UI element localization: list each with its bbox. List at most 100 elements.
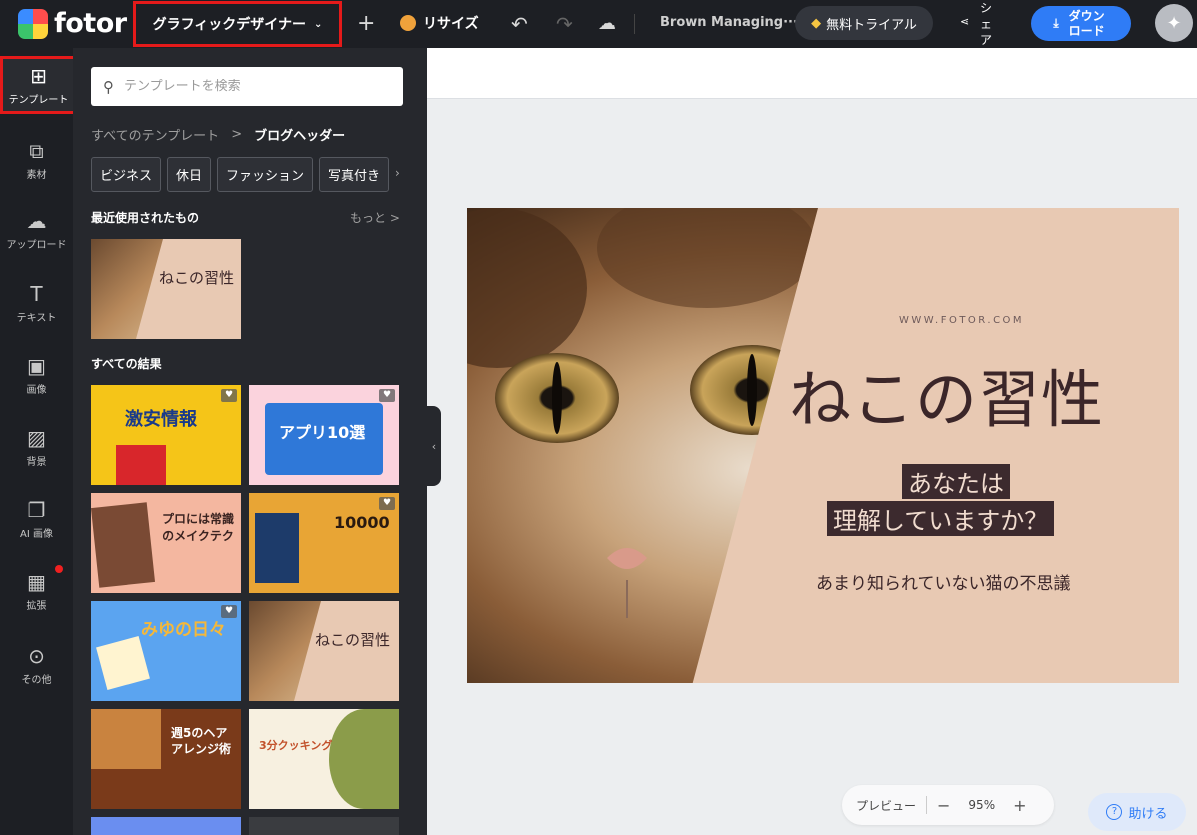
extensions-icon: ▦ [27, 570, 46, 594]
page-strip [427, 48, 1197, 98]
chip-fashion[interactable]: ファッション [217, 157, 314, 192]
cat-photo [249, 601, 321, 701]
undo-icon[interactable]: ↶ [511, 12, 528, 36]
template-thumb[interactable]: 週5のヘアアレンジ術 [91, 709, 241, 809]
template-thumb-recent[interactable]: ねこの習性 [91, 239, 241, 339]
preview-button[interactable]: プレビュー [856, 797, 916, 814]
chip-holiday[interactable]: 休日 [167, 157, 212, 192]
rail-label: AI 画像 [20, 529, 53, 540]
zoom-value[interactable]: 95% [968, 798, 995, 812]
template-icon: ⊞ [30, 64, 47, 88]
more-icon: ⊙ [28, 644, 45, 668]
help-button[interactable]: ? 助ける [1088, 793, 1186, 831]
template-thumb[interactable]: 3分クッキング [249, 709, 399, 809]
zoom-in-icon[interactable]: + [1013, 796, 1026, 815]
thumb-title: 激安情報 [125, 409, 197, 430]
thumb-title: みゆの日々 [141, 620, 226, 640]
toolbar-divider [634, 14, 635, 34]
help-icon: ? [1106, 804, 1123, 820]
diamond-icon: ◆ [811, 15, 822, 31]
breadcrumb-separator: > [231, 127, 243, 142]
rail-label: 素材 [26, 170, 47, 181]
template-thumb[interactable]: 激安情報 ♥ [91, 385, 241, 485]
salad-photo [329, 709, 399, 809]
rail-item-upload[interactable]: ☁ アップロード [0, 200, 73, 262]
notification-dot [55, 565, 63, 573]
logo-text: fotor [54, 8, 127, 39]
ai-image-icon: ❐ [27, 498, 46, 522]
design-canvas[interactable]: WWW.FOTOR.COM ねこの習性 あなたは 理解していますか？ あまり知ら… [467, 208, 1179, 683]
rail-item-elements[interactable]: ⧉ 素材 [0, 130, 73, 192]
design-highlight-text-1[interactable]: あなたは [902, 464, 1010, 499]
resize-button[interactable]: リサイズ [400, 13, 479, 33]
upload-icon: ☁ [26, 209, 47, 233]
hair-photo [91, 709, 161, 769]
all-results-title: すべての結果 [91, 357, 162, 371]
background-icon: ▨ [27, 426, 46, 450]
bird-icon: ✦ [1166, 12, 1182, 34]
zoom-bar: プレビュー − 95% + [842, 785, 1054, 825]
template-thumb[interactable]: みゆの日々 ♥ [91, 601, 241, 701]
design-subtitle-text[interactable]: あまり知られていない猫の不思議 [816, 569, 1071, 594]
zoom-divider [926, 796, 928, 814]
template-thumb[interactable]: 10000 ♥ [249, 493, 399, 593]
rail-item-ai-image[interactable]: ❐ AI 画像 [0, 489, 73, 551]
free-trial-button[interactable]: ◆ 無料トライアル [795, 6, 933, 40]
thumb-title: ねこの習性 [315, 631, 391, 649]
design-highlight-text-2[interactable]: 理解していますか？ [827, 501, 1055, 536]
resize-label: リサイズ [423, 16, 479, 32]
rail-label: 画像 [26, 385, 47, 396]
more-link[interactable]: もっと > [350, 209, 400, 226]
template-thumb[interactable]: プロには常識のメイクテク [91, 493, 241, 593]
share-button[interactable]: ⋖ シェア [956, 0, 1000, 48]
premium-heart-icon: ♥ [221, 605, 237, 618]
redo-icon[interactable]: ↷ [556, 12, 573, 36]
help-label: 助ける [1128, 806, 1168, 822]
rail-item-text[interactable]: T テキスト [0, 273, 73, 335]
designer-label: グラフィックデザイナー [152, 17, 307, 33]
rail-label: 拡張 [26, 601, 47, 612]
graphic-designer-menu[interactable]: グラフィックデザイナー ⌄ [133, 1, 342, 47]
design-url-text[interactable]: WWW.FOTOR.COM [899, 315, 1024, 326]
template-thumb[interactable]: アプリ10選 ♥ [249, 385, 399, 485]
thumb-title: ねこの習性 [159, 269, 235, 287]
rail-item-image[interactable]: ▣ 画像 [0, 345, 73, 407]
user-avatar[interactable]: ✦ [1155, 4, 1193, 42]
zoom-out-icon[interactable]: − [937, 796, 950, 815]
breadcrumb-current: ブログヘッダー [254, 129, 346, 144]
chevron-right-icon[interactable]: › [395, 166, 400, 180]
add-icon[interactable]: + [357, 12, 375, 36]
rail-label: その他 [21, 675, 52, 686]
rail-label: テンプレート [8, 95, 69, 106]
template-search[interactable]: ⚲ [91, 67, 403, 106]
template-thumb-partial[interactable] [249, 817, 399, 835]
cloud-save-icon[interactable]: ☁ [598, 12, 616, 36]
rail-item-template[interactable]: ⊞ テンプレート [0, 56, 77, 114]
collapse-panel-button[interactable]: ‹ [427, 406, 441, 486]
cat-face-illustration [467, 208, 819, 683]
download-button[interactable]: ⤓ ダウンロード [1031, 6, 1131, 41]
document-title[interactable]: Brown Managing··· [660, 15, 798, 30]
chip-business[interactable]: ビジネス [91, 157, 162, 192]
design-title-text[interactable]: ねこの習性 [789, 349, 1104, 439]
portrait-photo [91, 502, 156, 588]
template-thumb[interactable]: ねこの習性 [249, 601, 399, 701]
thumb-title: 3分クッキング [259, 739, 333, 752]
thumb-title: アプリ10選 [279, 423, 366, 442]
page-divider [427, 98, 1197, 99]
template-panel: ⚲ すべてのテンプレート > ブログヘッダー ビジネス 休日 ファッション 写真… [73, 48, 427, 835]
search-input[interactable] [124, 79, 374, 94]
search-icon: ⚲ [103, 77, 114, 96]
cat-photo[interactable] [467, 208, 819, 683]
breadcrumb-root[interactable]: すべてのテンプレート [91, 125, 219, 144]
template-thumb-partial[interactable] [91, 817, 241, 835]
thumb-title: 10000 [334, 513, 390, 532]
fotor-logo[interactable]: fotor [18, 8, 127, 39]
logo-icon [18, 8, 48, 39]
projector-shape [255, 513, 299, 583]
rail-item-background[interactable]: ▨ 背景 [0, 417, 73, 479]
chip-with-photo[interactable]: 写真付き [319, 157, 390, 192]
rail-item-more[interactable]: ⊙ その他 [0, 635, 73, 697]
thumb-title: 週5のヘアアレンジ術 [171, 726, 232, 756]
cat-photo [91, 239, 163, 339]
